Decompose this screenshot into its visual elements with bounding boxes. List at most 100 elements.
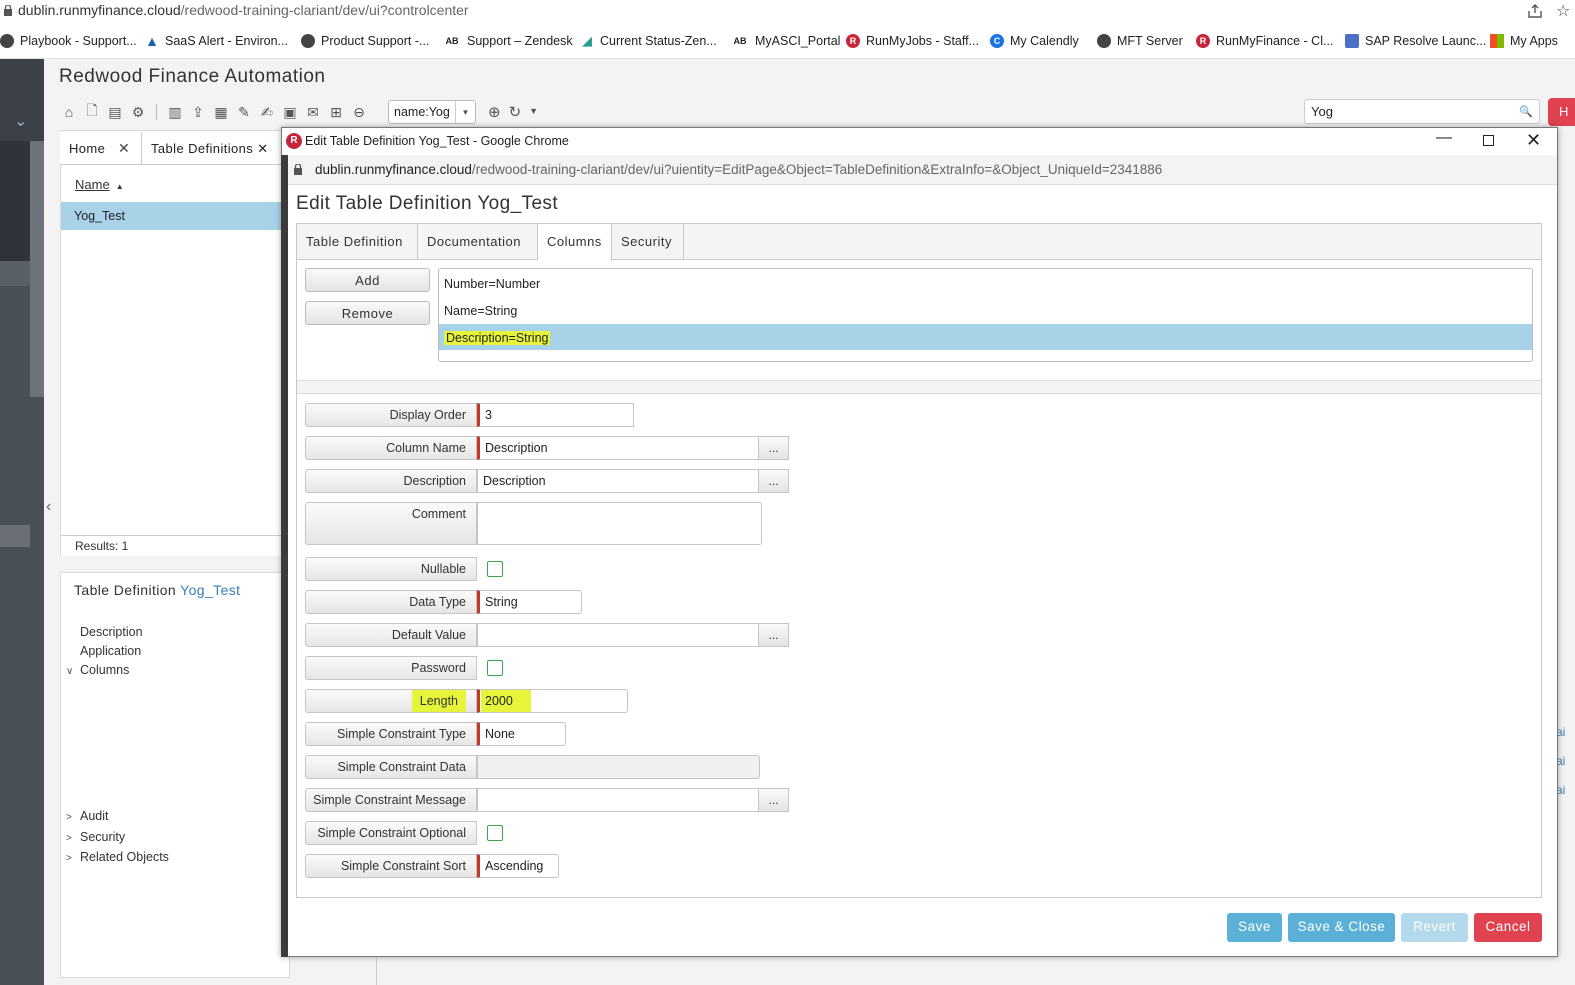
simple-constraint-data-label: Simple Constraint Data [305, 755, 477, 779]
default-value-more-button[interactable]: ... [758, 623, 789, 647]
tree-item-audit[interactable]: > Audit [66, 809, 109, 823]
refresh-icon[interactable]: ↻ [509, 103, 522, 121]
default-value-field[interactable] [477, 623, 759, 647]
lock-icon [294, 164, 302, 175]
window-url-bar[interactable]: dublin.runmyfinance.cloud/redwood-traini… [288, 155, 1557, 185]
simple-constraint-sort-label: Simple Constraint Sort [305, 854, 477, 878]
close-icon[interactable]: ✕ [118, 140, 130, 157]
browser-url-bar[interactable]: dublin.runmyfinance.cloud/redwood-traini… [0, 0, 1575, 22]
simple-constraint-message-field[interactable] [477, 788, 759, 812]
chevron-right-icon: > [66, 853, 72, 864]
chevron-down-icon[interactable]: ▼ [529, 103, 538, 121]
close-icon[interactable]: ✕ [1526, 130, 1541, 151]
bookmark-item[interactable]: MFT Server [1097, 32, 1183, 50]
tree-item-application[interactable]: Application [80, 644, 141, 658]
form-icon[interactable]: ▣ [281, 103, 299, 121]
tab-columns[interactable]: Columns [538, 224, 612, 261]
edit-list-icon[interactable]: ✍ [258, 103, 276, 121]
name-filter-select[interactable]: name:Yog ▼ [388, 100, 476, 124]
bookmark-item[interactable]: R RunMyFinance - Cl... [1196, 32, 1333, 50]
home-icon[interactable]: ⌂ [60, 103, 78, 121]
revert-button[interactable]: Revert [1401, 913, 1468, 942]
search-input[interactable]: Yog 🔍 [1304, 99, 1540, 124]
window-titlebar[interactable]: R Edit Table Definition Yog_Test - Googl… [282, 128, 1557, 155]
toolbar-extra: ⊕ ↻ ▼ [488, 103, 538, 121]
url-host: dublin.runmyfinance.cloud [18, 2, 181, 18]
bookmark-item[interactable]: ▲ SaaS Alert - Environ... [145, 32, 288, 50]
length-field[interactable]: 2000 [477, 689, 628, 713]
data-type-select[interactable]: String [477, 590, 582, 614]
column-name-field[interactable]: Description [477, 436, 759, 460]
list-item[interactable]: Name=String [439, 297, 1532, 323]
description-field[interactable]: Description [477, 469, 759, 493]
add-button[interactable]: Add [305, 268, 430, 292]
star-icon[interactable]: ☆ [1556, 1, 1570, 21]
bookmark-item[interactable]: SAP Resolve Launc... [1345, 32, 1486, 50]
close-icon[interactable]: ✕ [257, 141, 268, 156]
report-icon[interactable]: ▤ [106, 103, 124, 121]
hierarchy-icon[interactable]: ⊞ [327, 103, 345, 121]
search-icon[interactable]: 🔍 [1519, 105, 1533, 118]
list-item[interactable]: Number=Number [439, 270, 1532, 296]
window-url[interactable]: dublin.runmyfinance.cloud/redwood-traini… [315, 162, 1162, 177]
tab-table-definition[interactable]: Table Definition [297, 224, 418, 260]
book-icon[interactable]: ▥ [166, 103, 184, 121]
edit-icon[interactable]: ✎ [235, 103, 253, 121]
tree-item-columns[interactable]: ∨ Columns [66, 663, 129, 677]
gear-icon[interactable]: ⚙ [129, 103, 147, 121]
user-menu-button[interactable]: H [1548, 98, 1575, 126]
share-icon[interactable] [1526, 2, 1544, 20]
bookmark-item[interactable]: Playbook - Support... [0, 32, 137, 50]
bookmark-item[interactable]: AB Support – Zendesk [443, 32, 573, 50]
mail-icon[interactable]: ✉ [304, 103, 322, 121]
browser-url[interactable]: dublin.runmyfinance.cloud/redwood-traini… [18, 2, 469, 18]
cancel-button[interactable]: Cancel [1474, 913, 1542, 942]
bookmark-item[interactable]: AB MyASCI_Portal [731, 32, 841, 50]
tree-item-security[interactable]: > Security [66, 830, 125, 844]
simple-constraint-optional-checkbox[interactable] [487, 825, 503, 841]
comment-field[interactable] [477, 502, 762, 545]
display-order-label: Display Order [305, 403, 477, 427]
arrow-circle-icon[interactable]: ⊖ [350, 103, 368, 121]
description-more-button[interactable]: ... [758, 469, 789, 493]
display-order-field[interactable]: 3 [477, 403, 634, 427]
tree-item-description[interactable]: Description [80, 625, 143, 639]
tree-item-related-objects[interactable]: > Related Objects [66, 850, 169, 864]
simple-constraint-type-select[interactable]: None [477, 722, 566, 746]
maximize-icon[interactable] [1483, 135, 1494, 146]
password-checkbox[interactable] [487, 660, 503, 676]
tab-home[interactable]: Home ✕ [60, 132, 142, 164]
page-title: Edit Table Definition Yog_Test [296, 193, 558, 214]
tab-documentation[interactable]: Documentation [418, 224, 538, 260]
bookmark-item[interactable]: C My Calendly [990, 32, 1079, 50]
save-and-close-button[interactable]: Save & Close [1288, 913, 1395, 942]
new-document-icon[interactable]: 🗋 [83, 102, 101, 121]
tab-table-definitions[interactable]: Table Definitions ✕ [142, 132, 282, 164]
chart-icon: ◢ [582, 33, 592, 48]
table-icon[interactable]: ▦ [212, 103, 230, 121]
list-item-selected[interactable]: Description=String [439, 324, 1532, 350]
chevron-down-icon[interactable]: ⌄ [14, 111, 27, 131]
nullable-checkbox[interactable] [487, 561, 503, 577]
simple-constraint-message-label: Simple Constraint Message [305, 788, 477, 812]
simple-constraint-sort-select[interactable]: Ascending [477, 854, 559, 878]
table-row[interactable]: Yog_Test [61, 202, 282, 230]
simple-constraint-message-more-button[interactable]: ... [758, 788, 789, 812]
bookmark-item[interactable]: ◢ Current Status-Zen... [580, 32, 717, 50]
chevron-left-icon[interactable]: ‹ [46, 498, 51, 516]
name-column-header[interactable]: Name ▲ [75, 177, 124, 192]
app-title: Redwood Finance Automation [59, 66, 326, 87]
add-circle-icon[interactable]: ⊕ [488, 103, 501, 121]
dropdown-arrow-icon[interactable]: ▼ [455, 101, 475, 123]
remove-button[interactable]: Remove [305, 301, 430, 325]
tab-security[interactable]: Security [612, 224, 684, 260]
upload-icon[interactable]: ⇪ [189, 103, 207, 121]
url-path: /redwood-training-clariant/dev/ui?contro… [180, 2, 469, 18]
minimize-icon[interactable]: — [1436, 129, 1452, 147]
bookmark-item[interactable]: Product Support -... [301, 32, 429, 50]
bookmark-item[interactable]: R RunMyJobs - Staff... [846, 32, 979, 50]
detail-object-link[interactable]: Yog_Test [180, 582, 240, 598]
column-name-more-button[interactable]: ... [758, 436, 789, 460]
bookmark-item[interactable]: My Apps [1490, 32, 1558, 50]
save-button[interactable]: Save [1227, 913, 1282, 942]
